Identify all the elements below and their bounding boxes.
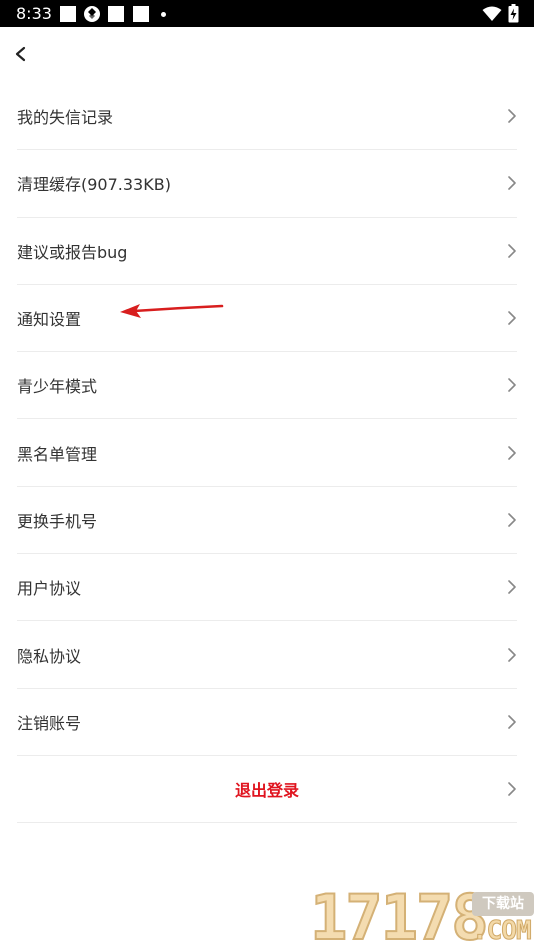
watermark-tag: 下载站 [472,892,534,916]
settings-screen: 8:33 我的失信记录 清理缓存(907.33KB) 建议或报告bug 通知设置… [0,0,534,950]
chevron-right-icon [508,311,516,325]
settings-item-dishonesty-record[interactable]: 我的失信记录 [17,83,517,151]
settings-item-label: 注销账号 [17,713,82,733]
chevron-left-icon[interactable] [8,39,36,69]
settings-item-label: 黑名单管理 [17,444,98,464]
more-notifications-icon [161,12,166,17]
wifi-icon [482,6,502,21]
sync-icon [84,6,100,22]
watermark-logo: 17178 下载站 .COM [304,881,534,950]
chevron-right-icon [508,176,516,191]
chevron-right-icon [508,647,516,662]
header [0,27,534,83]
settings-item-label: 清理缓存(907.33KB) [17,175,171,195]
settings-item-user-agreement[interactable]: 用户协议 [17,554,517,622]
settings-item-delete-account[interactable]: 注销账号 [17,689,517,756]
status-bar: 8:33 [0,0,534,27]
settings-item-privacy-agreement[interactable]: 隐私协议 [17,621,517,689]
battery-charging-icon [508,4,519,23]
watermark-domain: .COM [472,916,533,947]
chevron-right-icon [508,580,516,595]
watermark-digits: 17178 [309,881,490,950]
chevron-right-icon [508,782,516,796]
logout-button[interactable]: 退出登录 [17,756,517,824]
settings-item-label: 青少年模式 [17,377,98,397]
notification-icon [60,6,76,22]
settings-item-label: 隐私协议 [17,646,82,666]
chevron-right-icon [508,715,516,729]
status-time: 8:33 [16,4,52,23]
settings-item-label: 更换手机号 [17,511,98,531]
chevron-right-icon [508,109,516,123]
annotation-arrow-icon [120,304,224,318]
settings-item-label: 用户协议 [17,579,82,599]
settings-item-notifications[interactable]: 通知设置 [17,285,517,353]
notification-icon [108,6,124,22]
chevron-right-icon [508,378,516,393]
notification-icon [133,6,149,22]
chevron-right-icon [508,513,516,527]
settings-item-change-phone[interactable]: 更换手机号 [17,487,517,555]
chevron-right-icon [508,445,516,460]
settings-item-feedback[interactable]: 建议或报告bug [17,218,517,285]
settings-list: 我的失信记录 清理缓存(907.33KB) 建议或报告bug 通知设置 青少年模… [0,83,534,824]
settings-item-clear-cache[interactable]: 清理缓存(907.33KB) [17,150,517,218]
logout-label: 退出登录 [234,781,300,801]
settings-item-teen-mode[interactable]: 青少年模式 [17,352,517,420]
settings-item-blacklist[interactable]: 黑名单管理 [17,419,517,487]
chevron-right-icon [508,243,516,258]
settings-item-label: 建议或报告bug [17,242,128,262]
settings-item-label: 通知设置 [17,310,82,330]
settings-item-label: 我的失信记录 [17,108,114,128]
